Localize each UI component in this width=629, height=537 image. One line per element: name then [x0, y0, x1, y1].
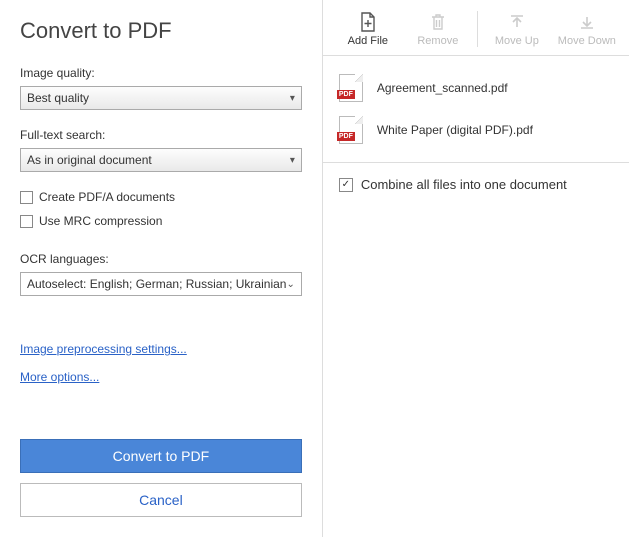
trash-icon — [427, 11, 449, 33]
move-up-button: Move Up — [482, 11, 552, 47]
image-quality-label: Image quality: — [20, 66, 302, 80]
file-list: PDF Agreement_scanned.pdf PDF White Pape… — [323, 56, 629, 162]
add-file-icon — [357, 11, 379, 33]
file-row[interactable]: PDF White Paper (digital PDF).pdf — [339, 116, 616, 144]
more-options-link[interactable]: More options... — [20, 370, 99, 384]
chevron-down-icon: ▾ — [290, 93, 295, 104]
combine-label: Combine all files into one document — [361, 177, 567, 192]
move-up-icon — [506, 11, 528, 33]
create-pdfa-checkbox[interactable]: Create PDF/A documents — [20, 190, 302, 204]
image-quality-value: Best quality — [27, 91, 89, 105]
app-window: Convert to PDF Image quality: Best quali… — [0, 0, 629, 537]
file-name: Agreement_scanned.pdf — [377, 81, 508, 95]
checkbox-icon — [20, 215, 33, 228]
fulltext-search-select[interactable]: As in original document ▾ — [20, 148, 302, 172]
toolbar-separator — [477, 11, 478, 47]
settings-panel: Convert to PDF Image quality: Best quali… — [0, 0, 322, 537]
remove-label: Remove — [417, 35, 458, 47]
file-name: White Paper (digital PDF).pdf — [377, 123, 533, 137]
chevron-down-icon: ⌄ — [286, 279, 294, 290]
ocr-languages-value: Autoselect: English; German; Russian; Uk… — [27, 277, 286, 291]
move-down-icon — [576, 11, 598, 33]
page-title: Convert to PDF — [20, 18, 302, 44]
use-mrc-label: Use MRC compression — [39, 214, 162, 228]
cancel-button[interactable]: Cancel — [20, 483, 302, 517]
convert-button[interactable]: Convert to PDF — [20, 439, 302, 473]
add-file-label: Add File — [348, 35, 388, 47]
checkbox-icon — [20, 191, 33, 204]
pdf-file-icon: PDF — [339, 116, 363, 144]
move-down-label: Move Down — [558, 35, 616, 47]
move-down-button: Move Down — [552, 11, 622, 47]
image-quality-select[interactable]: Best quality ▾ — [20, 86, 302, 110]
add-file-button[interactable]: Add File — [333, 11, 403, 47]
combine-checkbox[interactable]: ✓ Combine all files into one document — [323, 162, 629, 206]
use-mrc-checkbox[interactable]: Use MRC compression — [20, 214, 302, 228]
chevron-down-icon: ▾ — [290, 155, 295, 166]
ocr-languages-label: OCR languages: — [20, 252, 302, 266]
file-toolbar: Add File Remove Move Up Move Down — [323, 0, 629, 56]
remove-button: Remove — [403, 11, 473, 47]
file-row[interactable]: PDF Agreement_scanned.pdf — [339, 74, 616, 102]
fulltext-search-value: As in original document — [27, 153, 152, 167]
fulltext-search-label: Full-text search: — [20, 128, 302, 142]
move-up-label: Move Up — [495, 35, 539, 47]
pdf-file-icon: PDF — [339, 74, 363, 102]
checkbox-checked-icon: ✓ — [339, 178, 353, 192]
create-pdfa-label: Create PDF/A documents — [39, 190, 175, 204]
file-panel: Add File Remove Move Up Move Down — [322, 0, 629, 537]
ocr-languages-select[interactable]: Autoselect: English; German; Russian; Uk… — [20, 272, 302, 296]
image-preprocessing-link[interactable]: Image preprocessing settings... — [20, 342, 187, 356]
